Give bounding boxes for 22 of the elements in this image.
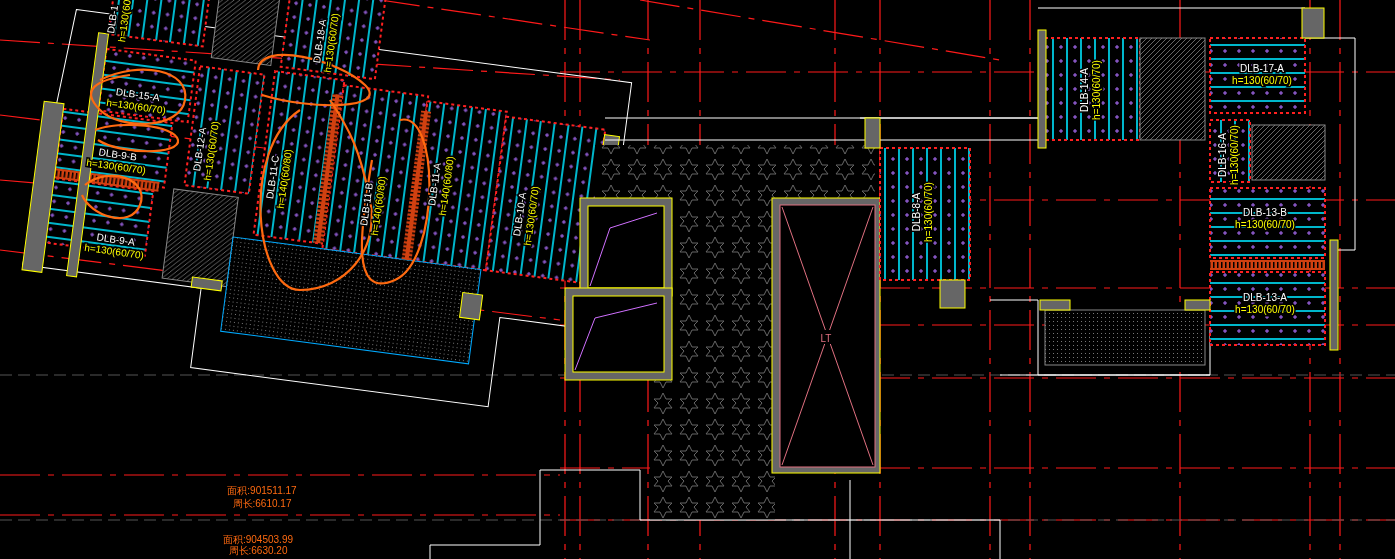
slab-label: DLB-16-A <box>1217 133 1228 177</box>
wall-section <box>1301 7 1325 39</box>
wall-section <box>459 291 484 321</box>
wall-section <box>1184 299 1211 311</box>
slab-thickness: h=130(60/70) <box>1232 75 1292 86</box>
slab-thickness: h=130(60/70) <box>1091 60 1102 120</box>
wall-section <box>190 276 223 292</box>
perimeter-text: 周长:6630.20 <box>228 545 288 556</box>
wall-section <box>864 117 881 149</box>
markup-scribble <box>81 174 143 220</box>
slab-label: DLB-8-A <box>911 192 922 232</box>
wall-section <box>1039 299 1071 311</box>
slab-thickness: h=130(60/70) <box>923 182 934 242</box>
slab-label: DLB-14-A <box>1079 68 1090 112</box>
slab-thickness: h=130(60/70) <box>1229 125 1240 185</box>
elevator-label: LT <box>820 333 832 344</box>
floor-slab <box>1209 119 1251 183</box>
perimeter-text: 周长:6610.17 <box>232 498 292 509</box>
slab-label: DLB-17-A <box>1240 63 1284 74</box>
area-text: 面积:901511.17 <box>227 485 297 496</box>
area-text: 面积:904503.99 <box>222 534 294 545</box>
wall-section <box>939 279 966 309</box>
